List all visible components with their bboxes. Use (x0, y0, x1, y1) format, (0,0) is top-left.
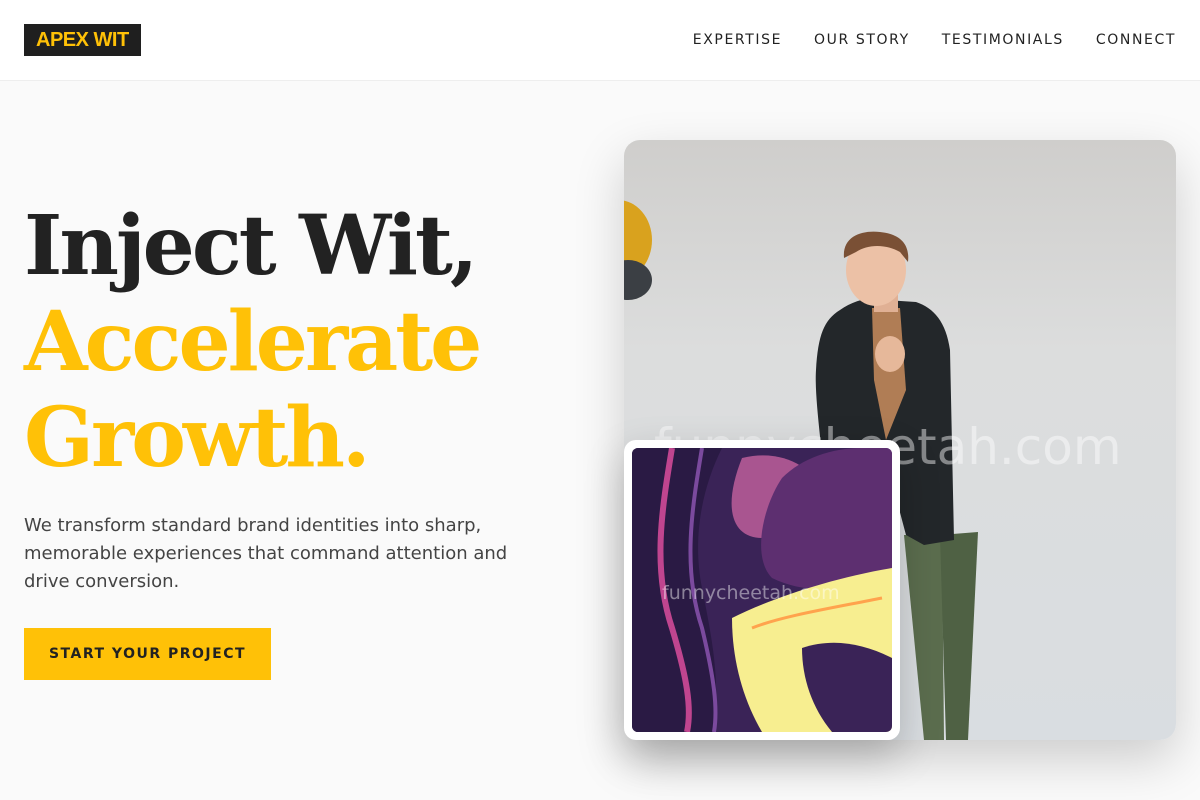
nav-item-expertise[interactable]: EXPERTISE (693, 30, 782, 50)
main-nav: EXPERTISE OUR STORY TESTIMONIALS CONNECT (693, 30, 1176, 50)
hero-headline: Inject Wit, Accelerate Growth. (24, 198, 604, 486)
headline-line-3: Growth. (24, 390, 371, 486)
logo[interactable]: APEX WIT (24, 24, 141, 56)
art-image: funnycheetah.com (632, 448, 892, 732)
headline-line-1: Inject Wit, (24, 198, 478, 294)
site-header: APEX WIT EXPERTISE OUR STORY TESTIMONIAL… (0, 0, 1200, 81)
hero-subtext: We transform standard brand identities i… (24, 515, 508, 592)
start-project-button[interactable]: START YOUR PROJECT (24, 628, 271, 680)
nav-item-our-story[interactable]: OUR STORY (814, 30, 910, 50)
watermark-small: funnycheetah.com (662, 582, 840, 604)
headline-line-2: Accelerate (24, 294, 482, 390)
art-card: funnycheetah.com (624, 440, 900, 740)
nav-item-connect[interactable]: CONNECT (1096, 30, 1176, 50)
nav-item-testimonials[interactable]: TESTIMONIALS (942, 30, 1064, 50)
